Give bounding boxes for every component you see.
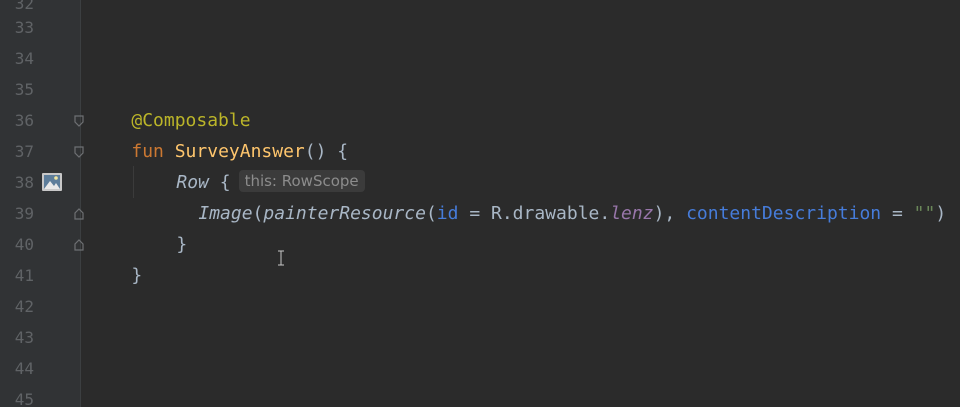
code-editor[interactable]: 32 33 34 35 36 37 38 39 40 41 42 43 44 4…	[0, 0, 960, 407]
function-call-token: Image	[198, 203, 253, 224]
code-line-35[interactable]: @Composable	[88, 74, 250, 131]
image-preview-icon[interactable]	[41, 172, 63, 192]
code-text: =	[881, 203, 914, 224]
line-number-44: 44	[14, 359, 34, 378]
text-cursor-icon	[278, 250, 284, 266]
code-text: (	[252, 203, 264, 224]
line-number-37: 37	[14, 142, 34, 161]
line-number-40: 40	[14, 235, 34, 254]
fold-marker-icon[interactable]	[73, 115, 85, 127]
code-text: (	[425, 203, 437, 224]
line-number-36: 36	[14, 111, 34, 130]
code-line-37[interactable]: Row {this: RowScope	[133, 136, 365, 193]
fold-marker-icon[interactable]	[73, 146, 85, 158]
line-number-41: 41	[14, 266, 34, 285]
fold-marker-icon[interactable]	[73, 208, 85, 220]
line-number-35: 35	[14, 80, 34, 99]
closing-brace: }	[131, 265, 143, 286]
line-number-gutter[interactable]: 32 33 34 35 36 37 38 39 40 41 42 43 44 4…	[0, 0, 84, 407]
code-line-40[interactable]: }	[88, 229, 142, 286]
code-line-38[interactable]: Image(painterResource(id = R.drawable.le…	[155, 167, 946, 224]
named-argument-token: contentDescription	[686, 203, 882, 224]
code-text: )	[935, 203, 947, 224]
line-number-43: 43	[14, 328, 34, 347]
function-call-token: painterResource	[263, 203, 426, 224]
fold-marker-icon[interactable]	[73, 239, 85, 251]
line-number-33: 33	[14, 18, 34, 37]
line-number-45: 45	[14, 390, 34, 407]
field-token: lenz	[610, 203, 654, 224]
string-literal-token: ""	[913, 203, 936, 224]
line-number-38: 38	[14, 173, 34, 192]
line-number-42: 42	[14, 297, 34, 316]
code-line-39[interactable]: }	[133, 198, 187, 255]
line-number-39: 39	[14, 204, 34, 223]
code-text: = R.drawable.	[458, 203, 611, 224]
code-line-36[interactable]: fun SurveyAnswer() {	[88, 105, 348, 162]
named-argument-token: id	[436, 203, 459, 224]
closing-brace: }	[176, 234, 188, 255]
line-number-34: 34	[14, 49, 34, 68]
code-text: ),	[653, 203, 687, 224]
